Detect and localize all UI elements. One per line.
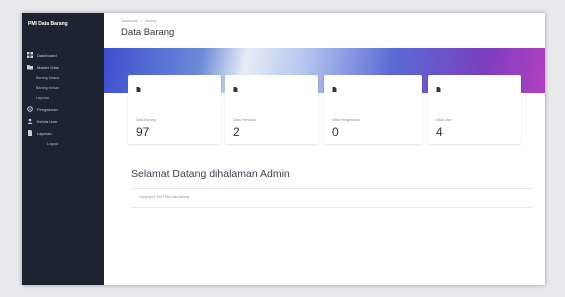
stat-value: 0 <box>332 125 339 139</box>
file-icon <box>28 130 32 136</box>
sidebar-item-label: Kelola User <box>37 118 58 124</box>
sidebar-item-dashboard[interactable]: Dashboard <box>22 49 104 61</box>
sidebar-item-label: Pengaturan <box>37 106 58 112</box>
stat-card: Data Pemasok 2 <box>225 75 318 144</box>
footer: Copyright © 2024 PMI Data Barang <box>131 188 532 208</box>
sidebar-item-label: Barang Masuk <box>36 76 60 80</box>
sidebar-item-master-data[interactable]: Master Data <box>22 61 104 73</box>
sidebar-item-label: Logout <box>47 142 58 146</box>
folder-icon <box>27 65 33 70</box>
users-icon <box>27 118 33 124</box>
sidebar-item-label: Barang Keluar <box>36 86 59 90</box>
breadcrumb-separator: / <box>141 19 143 23</box>
page-header: Dashboard / Barang Data Barang <box>104 13 545 48</box>
stat-label: Data Pemasok <box>233 118 256 122</box>
sidebar-item-pengaturan[interactable]: Pengaturan <box>22 103 104 115</box>
stat-card: Data Pengeluaran 0 <box>324 75 422 144</box>
stat-value: 97 <box>136 125 150 139</box>
stat-label: Data User <box>436 118 452 122</box>
dashboard-icon <box>27 52 33 58</box>
sidebar-subitem-laporan[interactable]: Laporan <box>22 93 104 103</box>
page-title: Data Barang <box>121 27 175 38</box>
sidebar-nav: Dashboard Master Data Barang Masuk Baran… <box>22 49 104 149</box>
main-content: Dashboard / Barang Data Barang Data Bara… <box>104 13 545 285</box>
sidebar-subitem-logout[interactable]: Logout <box>22 139 104 149</box>
stat-value: 4 <box>436 125 443 139</box>
stat-value: 2 <box>233 125 240 139</box>
breadcrumb: Dashboard / Barang <box>121 19 158 23</box>
stat-label: Data Barang <box>136 118 156 122</box>
sidebar-item-kelola-user[interactable]: Kelola User <box>22 115 104 127</box>
welcome-heading: Selamat Datang dihalaman Admin <box>131 168 290 180</box>
sidebar-subitem-barang-keluar[interactable]: Barang Keluar <box>22 83 104 93</box>
brand-name: PMI Data Barang <box>28 21 68 27</box>
file-icon <box>332 87 337 92</box>
breadcrumb-item-current: Barang <box>145 19 157 23</box>
sidebar-item-label: Laporan <box>37 130 52 136</box>
sidebar-item-label: Dashboard <box>37 52 57 58</box>
settings-icon <box>27 106 33 112</box>
app-window: PMI Data Barang Dashboard Master Data Ba… <box>22 13 545 285</box>
copyright-text: Copyright © 2024 PMI Data Barang <box>139 195 190 199</box>
sidebar-item-label: Master Data <box>37 64 59 70</box>
breadcrumb-item-dashboard[interactable]: Dashboard <box>121 19 138 23</box>
file-icon <box>233 87 238 92</box>
file-icon <box>136 87 141 92</box>
sidebar: PMI Data Barang Dashboard Master Data Ba… <box>22 13 104 285</box>
stat-card: Data Barang 97 <box>128 75 221 144</box>
stat-label: Data Pengeluaran <box>332 118 361 122</box>
file-icon <box>436 87 441 92</box>
stat-card: Data User 4 <box>428 75 521 144</box>
sidebar-item-file[interactable]: Laporan <box>22 127 104 139</box>
sidebar-subitem-barang-masuk[interactable]: Barang Masuk <box>22 73 104 83</box>
sidebar-item-label: Laporan <box>36 96 50 100</box>
